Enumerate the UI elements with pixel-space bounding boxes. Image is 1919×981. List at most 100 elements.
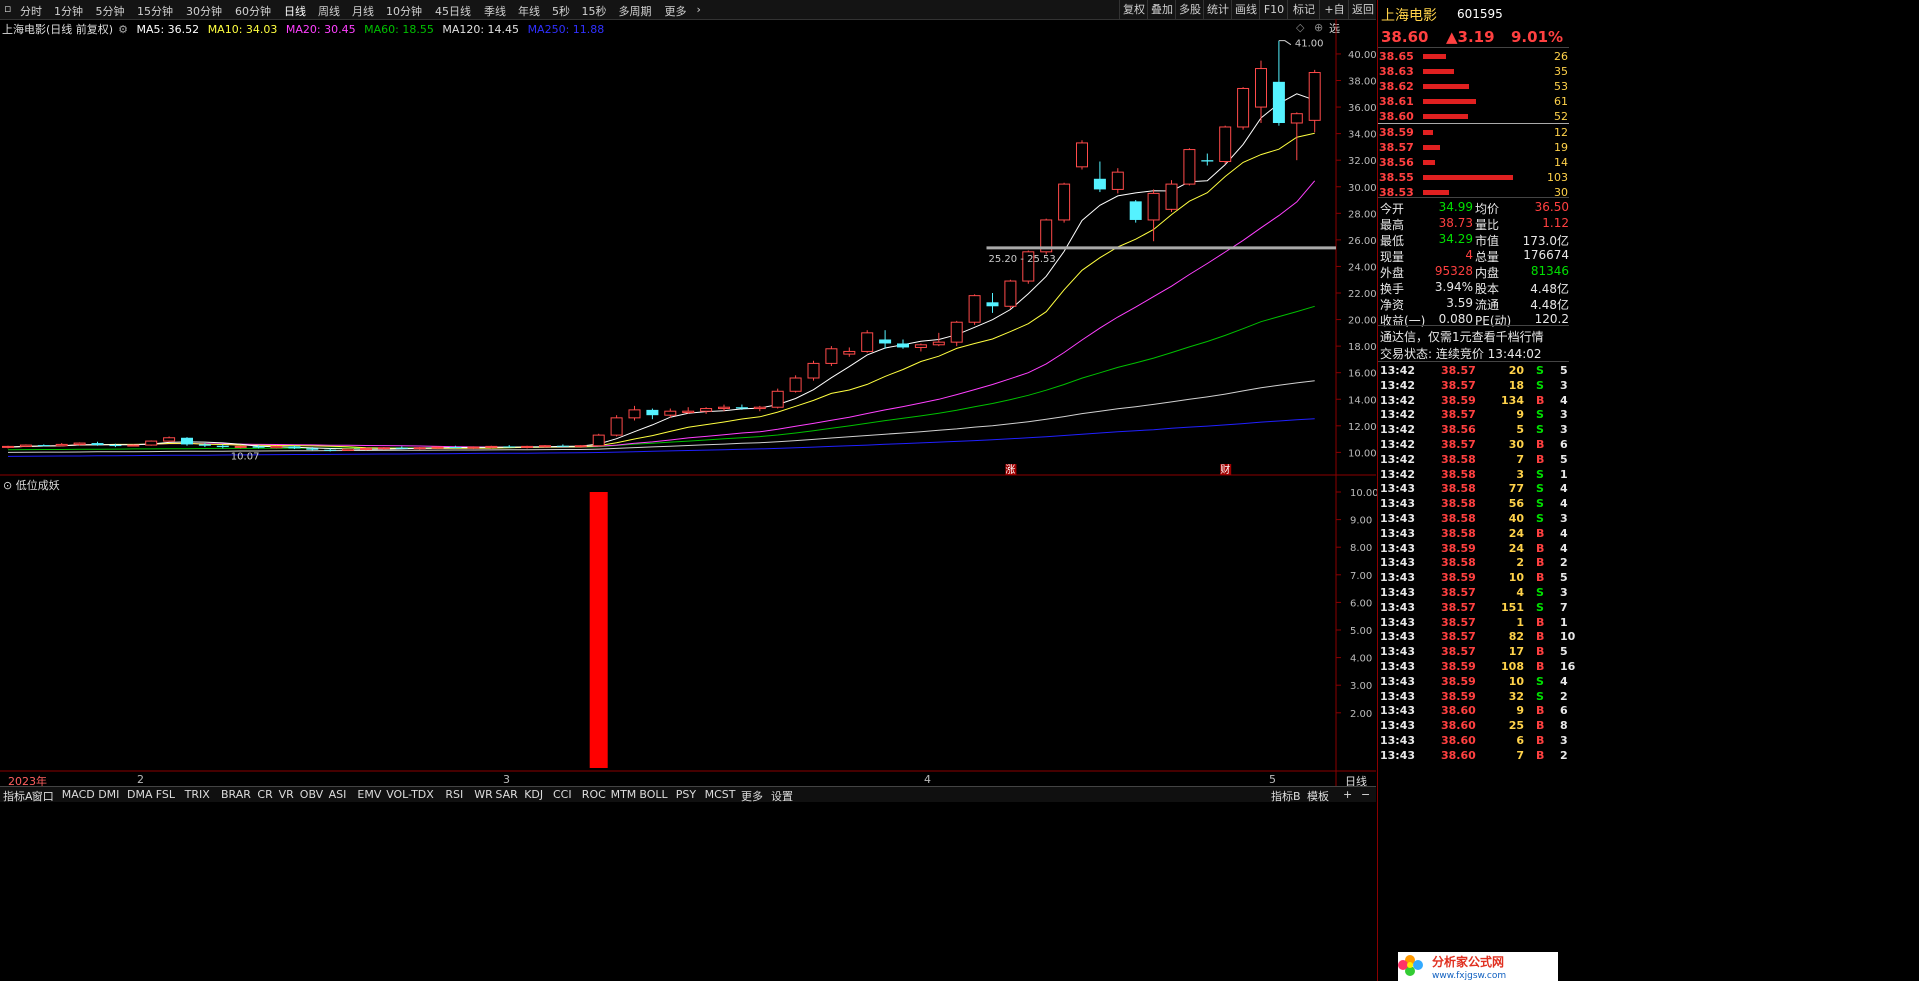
ask-row[interactable]: 38.60 52: [1379, 110, 1570, 124]
candle[interactable]: [1201, 153, 1214, 166]
candle[interactable]: [270, 445, 283, 449]
indicator-tab-13[interactable]: VOL-TDX: [386, 788, 434, 801]
candle[interactable]: [1237, 87, 1250, 130]
indicator-tab-11[interactable]: ASI: [329, 788, 347, 801]
indicator-tab-20[interactable]: MTM: [611, 788, 637, 801]
candle[interactable]: [395, 446, 408, 450]
bottom-right-btn-1[interactable]: 模板: [1307, 788, 1329, 804]
indicator-tab-23[interactable]: MCST: [705, 788, 736, 801]
candle[interactable]: [181, 437, 193, 446]
bid-row[interactable]: 38.59 12: [1379, 126, 1570, 140]
bid-row[interactable]: 38.55 103: [1379, 171, 1570, 185]
bid-row[interactable]: 38.57 19: [1379, 141, 1570, 155]
candle[interactable]: [19, 444, 32, 448]
candle[interactable]: [950, 320, 963, 347]
indicator-tab-17[interactable]: KDJ: [524, 788, 543, 801]
candle[interactable]: [1255, 60, 1267, 123]
indicator-bar[interactable]: [589, 492, 608, 768]
indicator-tab-18[interactable]: CCI: [553, 788, 572, 801]
candle[interactable]: [682, 407, 695, 414]
ask-row[interactable]: 38.61 61: [1379, 95, 1570, 109]
indicator-tab-19[interactable]: ROC: [582, 788, 606, 801]
indicator-tab-10[interactable]: OBV: [300, 788, 323, 801]
candle-body: [181, 437, 193, 445]
ask-row[interactable]: 38.65 26: [1379, 50, 1570, 64]
indicator-tab-2[interactable]: MACD: [62, 788, 95, 801]
indicator-tab-14[interactable]: RSI: [445, 788, 463, 801]
indicator-tab-5[interactable]: FSL: [156, 788, 175, 801]
candle[interactable]: [1058, 182, 1071, 223]
candle[interactable]: [771, 388, 784, 409]
candle[interactable]: [127, 444, 140, 447]
candle[interactable]: [914, 343, 927, 352]
bottom-right-btn-2[interactable]: +: [1343, 788, 1352, 801]
indicator-tab-25[interactable]: 设置: [771, 788, 793, 804]
event-marker[interactable]: 财: [1220, 463, 1232, 476]
indicator-tab-7[interactable]: BRAR: [221, 788, 251, 801]
indicator-tab-8[interactable]: CR: [257, 788, 272, 801]
candle[interactable]: [1111, 168, 1124, 194]
stat-value: 4.48亿: [1530, 282, 1569, 296]
candle[interactable]: [807, 360, 820, 381]
bottom-right-btn-3[interactable]: −: [1361, 788, 1370, 801]
candle[interactable]: [1308, 69, 1321, 133]
tick-price: 38.57: [1441, 645, 1476, 659]
candle[interactable]: [843, 347, 856, 357]
candle[interactable]: [825, 346, 838, 367]
candle[interactable]: [342, 448, 355, 452]
candle[interactable]: [1093, 161, 1106, 193]
indicator-tab-24[interactable]: 更多: [741, 788, 763, 804]
indicator-tab-9[interactable]: VR: [279, 788, 294, 801]
upgrade-notice[interactable]: 通达信，仅需1元查看千档行情: [1380, 328, 1544, 345]
indicator-tab-15[interactable]: WR: [474, 788, 493, 801]
candle[interactable]: [145, 440, 158, 446]
chart-zoom-icon[interactable]: ⊕: [1314, 21, 1323, 34]
bid-row[interactable]: 38.56 14: [1379, 156, 1570, 170]
candle[interactable]: [503, 445, 516, 448]
candle[interactable]: [628, 405, 641, 421]
candle[interactable]: [646, 408, 659, 420]
candle[interactable]: [556, 444, 569, 448]
indicator-tab-16[interactable]: SAR: [495, 788, 517, 801]
candle[interactable]: [897, 339, 909, 349]
candle[interactable]: [592, 433, 605, 447]
indicator-tab-1[interactable]: 窗口: [32, 788, 54, 804]
kline-chart[interactable]: 40.0038.0036.0034.0032.0030.0028.0026.00…: [0, 0, 1377, 801]
candle[interactable]: [413, 447, 426, 450]
tick-time: 13:43: [1380, 512, 1416, 525]
collapse-icon[interactable]: ⊙: [3, 479, 12, 492]
indicator-tab-3[interactable]: DMI: [98, 788, 119, 801]
candle[interactable]: [1219, 125, 1232, 165]
indicator-tab-22[interactable]: PSY: [676, 788, 696, 801]
ask-row[interactable]: 38.63 35: [1379, 65, 1570, 79]
chart-settings-icon[interactable]: ◇: [1296, 21, 1305, 34]
candle[interactable]: [968, 294, 981, 325]
candle[interactable]: [861, 330, 874, 353]
candle[interactable]: [1129, 200, 1142, 223]
candle[interactable]: [1004, 279, 1017, 309]
candle[interactable]: [1147, 189, 1160, 242]
candle[interactable]: [879, 330, 892, 349]
indicator-tab-4[interactable]: DMA: [127, 788, 153, 801]
candle[interactable]: [986, 293, 999, 313]
indicator-tab-12[interactable]: EMV: [357, 788, 381, 801]
indicator-tab-0[interactable]: 指标A: [3, 788, 33, 804]
candle[interactable]: [1272, 40, 1285, 126]
candle[interactable]: [449, 445, 462, 449]
candle[interactable]: [1165, 180, 1178, 212]
candle[interactable]: [610, 415, 623, 437]
indicator-tab-21[interactable]: BOLL: [639, 788, 667, 801]
indicator-tab-6[interactable]: TRIX: [185, 788, 210, 801]
candle[interactable]: [1076, 140, 1088, 170]
candle[interactable]: [789, 375, 802, 393]
candle[interactable]: [55, 443, 68, 447]
ask-row[interactable]: 38.62 53: [1379, 80, 1570, 94]
bottom-right-btn-0[interactable]: 指标B: [1271, 788, 1301, 804]
event-marker[interactable]: 涨: [1005, 464, 1017, 476]
stat-label: 内盘: [1475, 266, 1500, 280]
candle[interactable]: [1183, 148, 1196, 186]
candle[interactable]: [2, 445, 14, 449]
candle[interactable]: [700, 407, 713, 414]
candle[interactable]: [163, 436, 176, 442]
candle[interactable]: [753, 405, 766, 412]
